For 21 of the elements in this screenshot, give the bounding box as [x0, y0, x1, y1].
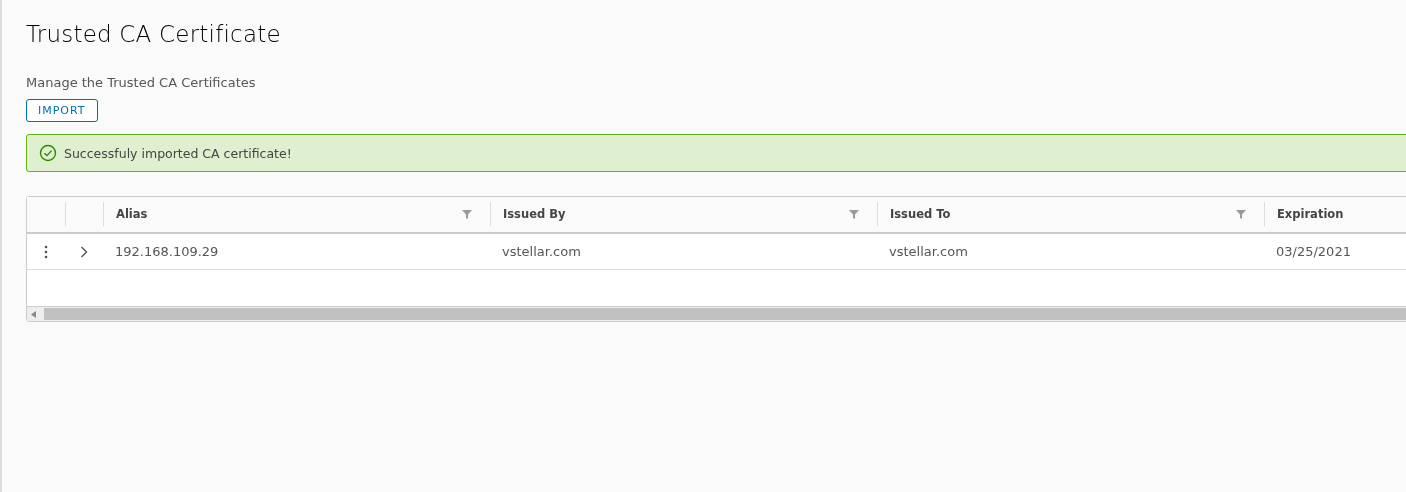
- import-button[interactable]: IMPORT: [26, 99, 98, 122]
- filter-icon[interactable]: [1236, 209, 1246, 219]
- expand-chevron-icon[interactable]: [80, 245, 88, 258]
- table-cell: 192.168.109.29: [115, 244, 219, 259]
- check-circle-icon: [39, 144, 57, 162]
- page-description: Manage the Trusted CA Certificates: [26, 74, 257, 92]
- column-header[interactable]: Alias: [116, 207, 148, 221]
- more-options-icon[interactable]: [44, 244, 48, 259]
- horizontal-scrollbar[interactable]: [27, 306, 1406, 321]
- scrollbar-thumb[interactable]: [44, 308, 1406, 320]
- scroll-left-icon[interactable]: [31, 310, 36, 318]
- column-header[interactable]: Expiration: [1277, 207, 1344, 221]
- filter-icon[interactable]: [462, 209, 472, 219]
- column-header[interactable]: Issued By: [503, 207, 566, 221]
- table-cell: 03/25/2021: [1276, 244, 1351, 259]
- column-header[interactable]: Issued To: [890, 207, 951, 221]
- filter-icon[interactable]: [849, 209, 859, 219]
- table-cell: vstellar.com: [502, 244, 581, 259]
- alert-message: Successfuly imported CA certificate!: [64, 145, 292, 161]
- table-cell: vstellar.com: [889, 244, 968, 259]
- page-title: Trusted CA Certificate: [26, 20, 282, 49]
